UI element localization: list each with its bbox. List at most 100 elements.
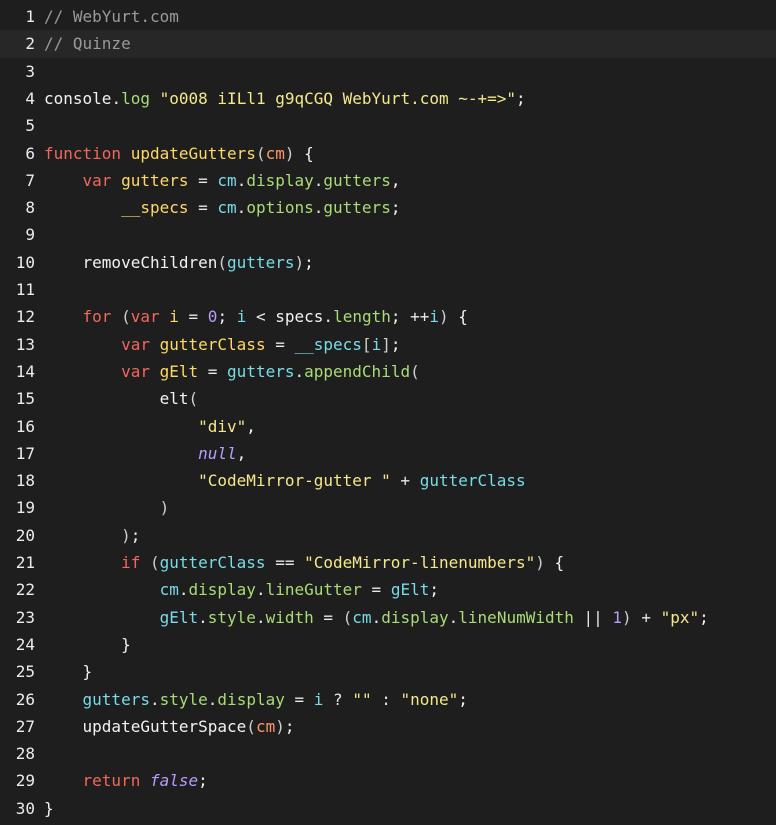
code-line[interactable]: 8 __specs = cm.options.gutters; xyxy=(0,194,776,221)
code-line[interactable]: 7 var gutters = cm.display.gutters, xyxy=(0,167,776,194)
code-line[interactable]: 9 xyxy=(0,221,776,248)
code-token: ; xyxy=(130,525,141,545)
code-line[interactable]: 23 gElt.style.width = (cm.display.lineNu… xyxy=(0,604,776,631)
code-line[interactable]: 20 ); xyxy=(0,522,776,549)
code-token: for xyxy=(82,307,112,327)
code-line[interactable]: 15 elt( xyxy=(0,385,776,412)
code-token: . xyxy=(111,88,122,108)
code-token: 0 xyxy=(207,307,218,327)
code-line[interactable]: 3 xyxy=(0,58,776,85)
line-number: 15 xyxy=(15,389,35,409)
code-token: ] xyxy=(381,334,391,354)
code-text: for (var i = 0; i < specs.length; ++i) { xyxy=(44,303,468,330)
code-token: = xyxy=(284,689,314,709)
code-line[interactable]: 5 xyxy=(0,112,776,139)
code-token: . xyxy=(149,689,160,709)
code-token: ) xyxy=(622,607,632,627)
code-line[interactable]: 29 return false; xyxy=(0,767,776,794)
line-number: 17 xyxy=(15,443,35,463)
line-number: 16 xyxy=(15,416,35,436)
code-line[interactable]: 28 xyxy=(0,740,776,767)
code-token: ) xyxy=(535,553,545,572)
code-line[interactable]: 13 var gutterClass = __specs[i]; xyxy=(0,331,776,358)
code-token: ++ xyxy=(410,307,430,327)
code-token: elt xyxy=(159,389,189,409)
code-text: } xyxy=(44,631,131,658)
code-token: ; xyxy=(304,252,314,272)
code-token: ( xyxy=(188,389,199,409)
code-line[interactable]: 17 null, xyxy=(0,440,776,467)
code-token: ( xyxy=(140,553,160,572)
code-token: . xyxy=(255,580,266,600)
line-number: 26 xyxy=(15,689,35,709)
code-line[interactable]: 22 cm.display.lineGutter = gElt; xyxy=(0,576,776,603)
code-token: } xyxy=(44,798,54,818)
code-line[interactable]: 16 "div", xyxy=(0,413,776,440)
code-token: . xyxy=(371,607,382,627)
code-token: { xyxy=(294,143,314,163)
line-number: 29 xyxy=(15,771,35,791)
code-line[interactable]: 14 var gElt = gutters.appendChild( xyxy=(0,358,776,385)
code-token: gElt xyxy=(159,607,199,627)
line-number: 1 xyxy=(25,7,35,26)
line-number: 11 xyxy=(15,280,35,299)
code-line[interactable]: 10 removeChildren(gutters); xyxy=(0,249,776,276)
code-line[interactable]: 26 gutters.style.display = i ? "" : "non… xyxy=(0,686,776,713)
code-text: updateGutterSpace(cm); xyxy=(44,713,295,740)
code-token: ; xyxy=(217,307,237,327)
code-editor[interactable]: 1// WebYurt.com 2// Quinze 3 4 console.log "… xyxy=(0,0,776,825)
code-token: == xyxy=(265,553,305,572)
code-line[interactable]: 6 function updateGutters(cm) { xyxy=(0,140,776,167)
code-token: i xyxy=(429,307,440,327)
code-token: var xyxy=(130,307,160,327)
code-token: style xyxy=(159,689,208,709)
code-token: ) xyxy=(159,498,170,518)
code-token: i xyxy=(236,307,247,327)
code-token: ( xyxy=(246,716,256,736)
code-token: = xyxy=(313,607,343,627)
code-line[interactable]: 19 ) xyxy=(0,494,776,521)
code-text: if (gutterClass == "CodeMirror-linenumbe… xyxy=(44,549,564,576)
code-token: cm xyxy=(217,198,237,218)
code-token: "none" xyxy=(400,689,459,709)
code-line[interactable]: 12 for (var i = 0; i < specs.length; ++i… xyxy=(0,303,776,330)
code-text: var gElt = gutters.appendChild( xyxy=(44,358,420,385)
code-line[interactable]: 25 } xyxy=(0,658,776,685)
code-line[interactable]: 24 } xyxy=(0,631,776,658)
code-token: display xyxy=(246,170,314,190)
code-line[interactable]: 1 // WebYurt.com xyxy=(0,3,776,30)
code-line[interactable]: 21 if (gutterClass == "CodeMirror-linenu… xyxy=(0,549,776,576)
code-line[interactable]: 2 // Quinze xyxy=(0,30,776,58)
code-token: ; xyxy=(198,771,208,791)
code-text: null, xyxy=(44,440,246,467)
line-number: 8 xyxy=(25,198,35,218)
code-line[interactable]: 30} xyxy=(0,795,776,822)
code-token: ) xyxy=(294,252,305,272)
code-token: function xyxy=(44,143,122,163)
code-token: + xyxy=(390,471,420,491)
code-token: . xyxy=(294,361,305,381)
code-text: } xyxy=(44,795,54,822)
code-token: cm xyxy=(217,170,237,190)
code-token: . xyxy=(313,198,324,218)
code-text: var gutters = cm.display.gutters, xyxy=(44,167,401,194)
code-line[interactable]: 18 "CodeMirror-gutter " + gutterClass xyxy=(0,467,776,494)
code-text: removeChildren(gutters); xyxy=(44,249,314,276)
code-line[interactable]: 4 console.log "o008 iILl1 g9qCGQ WebYurt.… xyxy=(0,85,776,112)
code-token: . xyxy=(255,607,266,627)
code-token: < xyxy=(246,307,276,327)
code-line[interactable]: 27 updateGutterSpace(cm); xyxy=(0,713,776,740)
line-number: 5 xyxy=(25,116,35,136)
code-line[interactable]: 11 xyxy=(0,276,776,303)
line-number: 24 xyxy=(15,634,35,654)
